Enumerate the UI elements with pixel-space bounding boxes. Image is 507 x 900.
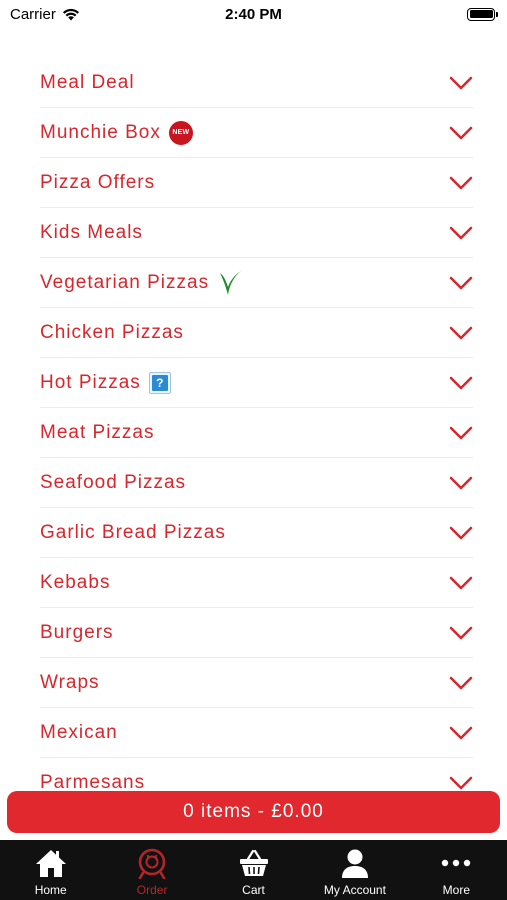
tab-label: Home [34, 883, 67, 897]
tab-label: Order [136, 883, 168, 897]
new-badge-icon: NEW [168, 120, 193, 145]
category-label: Kids Meals [40, 221, 143, 243]
more-icon [440, 847, 472, 879]
chevron-down-icon [449, 276, 473, 289]
chevron-down-icon [449, 776, 473, 789]
category-label: Parmesans [40, 771, 146, 791]
vegetarian-icon [220, 270, 242, 295]
category-label: Vegetarian Pizzas [40, 271, 210, 293]
category-pizza-offers[interactable]: Pizza Offers [40, 158, 473, 208]
category-label: Mexican [40, 721, 118, 743]
chevron-down-icon [449, 476, 473, 489]
category-chicken-pizzas[interactable]: Chicken Pizzas [40, 308, 473, 358]
category-meat-pizzas[interactable]: Meat Pizzas [40, 408, 473, 458]
category-vegetarian-pizzas[interactable]: Vegetarian Pizzas [40, 258, 473, 308]
category-label: Meat Pizzas [40, 421, 155, 443]
chevron-down-icon [449, 226, 473, 239]
tab-label: My Account [323, 883, 386, 897]
chevron-down-icon [449, 626, 473, 639]
category-meal-deal[interactable]: Meal Deal [40, 58, 473, 108]
status-left: Carrier [10, 6, 80, 23]
chevron-down-icon [449, 726, 473, 739]
battery-icon [467, 7, 498, 21]
bottom-tab-bar: Home Order Cart My Account More [0, 840, 507, 900]
home-icon [35, 847, 67, 879]
status-bar: Carrier 2:40 PM [0, 0, 507, 28]
category-garlic-bread-pizzas[interactable]: Garlic Bread Pizzas [40, 508, 473, 558]
category-parmesans[interactable]: Parmesans [40, 758, 473, 790]
category-label: Wraps [40, 671, 100, 693]
chevron-down-icon [449, 576, 473, 589]
category-label: Chicken Pizzas [40, 321, 184, 343]
help-icon-glyph: ? [151, 374, 168, 391]
chevron-down-icon [449, 376, 473, 389]
help-icon: ? [148, 371, 171, 394]
category-munchie-box[interactable]: Munchie Box NEW [40, 108, 473, 158]
chevron-down-icon [449, 76, 473, 89]
category-kids-meals[interactable]: Kids Meals [40, 208, 473, 258]
category-hot-pizzas[interactable]: Hot Pizzas ? [40, 358, 473, 408]
chevron-down-icon [449, 326, 473, 339]
category-label: Munchie Box [40, 121, 161, 143]
basket-icon [238, 847, 270, 879]
tab-label: Cart [242, 883, 265, 897]
category-list: Meal Deal Munchie Box NEW Pizza Offers K… [0, 58, 507, 790]
category-seafood-pizzas[interactable]: Seafood Pizzas [40, 458, 473, 508]
wifi-icon [62, 8, 79, 20]
chevron-down-icon [449, 676, 473, 689]
tab-label: More [442, 883, 470, 897]
order-icon [136, 847, 168, 879]
tab-cart[interactable]: Cart [203, 840, 304, 900]
category-label: Pizza Offers [40, 171, 156, 193]
category-label: Garlic Bread Pizzas [40, 521, 226, 543]
cart-summary-button[interactable]: 0 items - £0.00 [7, 791, 500, 833]
tab-more[interactable]: More [406, 840, 507, 900]
category-label: Hot Pizzas [40, 371, 141, 393]
carrier-label: Carrier [10, 5, 56, 23]
chevron-down-icon [449, 126, 473, 139]
user-icon [339, 847, 371, 879]
menu-scroll-area[interactable]: Meal Deal Munchie Box NEW Pizza Offers K… [0, 58, 507, 790]
chevron-down-icon [449, 176, 473, 189]
category-burgers[interactable]: Burgers [40, 608, 473, 658]
tab-order[interactable]: Order [101, 840, 202, 900]
category-wraps[interactable]: Wraps [40, 658, 473, 708]
category-mexican[interactable]: Mexican [40, 708, 473, 758]
tab-my-account[interactable]: My Account [304, 840, 405, 900]
chevron-down-icon [449, 526, 473, 539]
tab-home[interactable]: Home [0, 840, 101, 900]
category-label: Meal Deal [40, 71, 135, 93]
category-kebabs[interactable]: Kebabs [40, 558, 473, 608]
cart-summary-label: 0 items - £0.00 [183, 801, 324, 822]
category-label: Kebabs [40, 571, 111, 593]
chevron-down-icon [449, 426, 473, 439]
category-label: Burgers [40, 621, 114, 643]
category-label: Seafood Pizzas [40, 471, 187, 493]
